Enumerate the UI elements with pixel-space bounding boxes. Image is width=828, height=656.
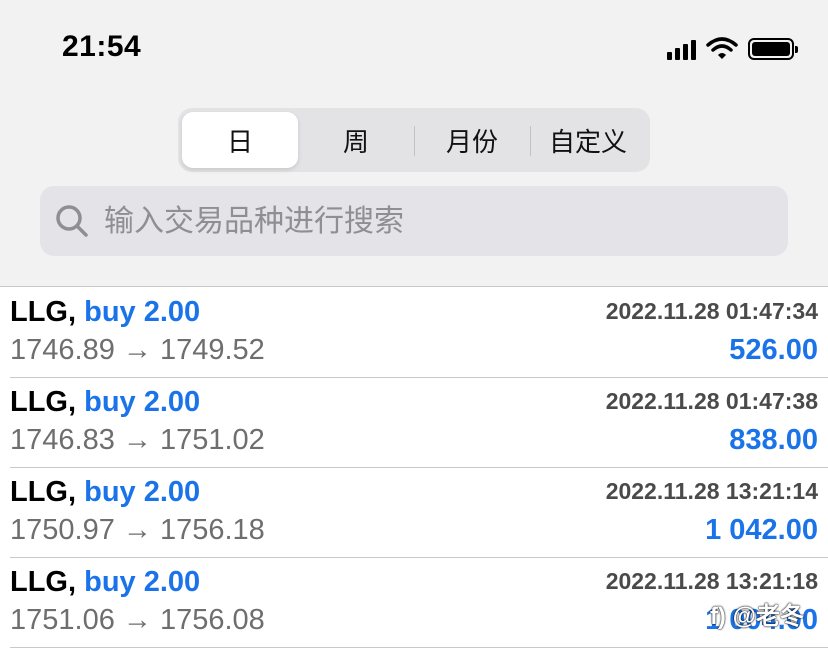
tab-custom[interactable]: 自定义 [530, 112, 646, 168]
trade-row[interactable]: LLG, buy 2.00 2022.11.28 13:21:18 1751.0… [10, 558, 828, 648]
battery-icon [748, 38, 798, 60]
trade-row[interactable]: LLG, buy 2.00 2022.11.28 13:21:14 1750.9… [10, 468, 828, 558]
trade-type: buy 2.00 [84, 566, 201, 598]
search-bar[interactable] [40, 186, 788, 256]
trade-type: buy 2.00 [84, 476, 201, 508]
trade-profit: 838.00 [729, 424, 818, 456]
trade-type: buy 2.00 [84, 296, 201, 328]
trade-symbol: LLG, [10, 476, 77, 508]
trade-prices: 1751.06 → 1756.08 [10, 604, 265, 636]
trade-list: LLG, buy 2.00 2022.11.28 01:47:34 1746.8… [0, 288, 828, 648]
search-input[interactable] [104, 203, 744, 239]
trade-symbol: LLG, [10, 296, 77, 328]
signal-icon [667, 38, 696, 60]
trade-symbol: LLG, [10, 566, 77, 598]
status-icons [667, 36, 798, 62]
tab-month[interactable]: 月份 [414, 112, 530, 168]
trade-profit: 1 042.00 [705, 514, 818, 546]
trade-time: 2022.11.28 01:47:38 [605, 388, 818, 414]
trade-prices: 1746.83 → 1751.02 [10, 424, 265, 456]
wifi-icon [706, 37, 738, 59]
trade-symbol: LLG, [10, 386, 77, 418]
trade-time: 2022.11.28 13:21:14 [605, 478, 818, 504]
trade-prices: 1746.89 → 1749.52 [10, 334, 265, 366]
trade-profit: 526.00 [729, 334, 818, 366]
period-selector: 日 周 月份 自定义 [178, 108, 650, 172]
trade-type: buy 2.00 [84, 386, 201, 418]
tab-week[interactable]: 周 [298, 112, 414, 168]
watermark: f) @老冬 [709, 603, 804, 630]
header-area: 21:54 日 周 月份 自定义 [0, 0, 828, 287]
trade-time: 2022.11.28 13:21:18 [605, 568, 818, 594]
trade-prices: 1750.97 → 1756.18 [10, 514, 265, 546]
tab-day[interactable]: 日 [182, 112, 298, 168]
trade-row[interactable]: LLG, buy 2.00 2022.11.28 01:47:38 1746.8… [10, 378, 828, 468]
status-time: 21:54 [62, 30, 142, 63]
trade-time: 2022.11.28 01:47:34 [605, 298, 818, 324]
trade-row[interactable]: LLG, buy 2.00 2022.11.28 01:47:34 1746.8… [10, 288, 828, 378]
search-icon [56, 205, 88, 237]
